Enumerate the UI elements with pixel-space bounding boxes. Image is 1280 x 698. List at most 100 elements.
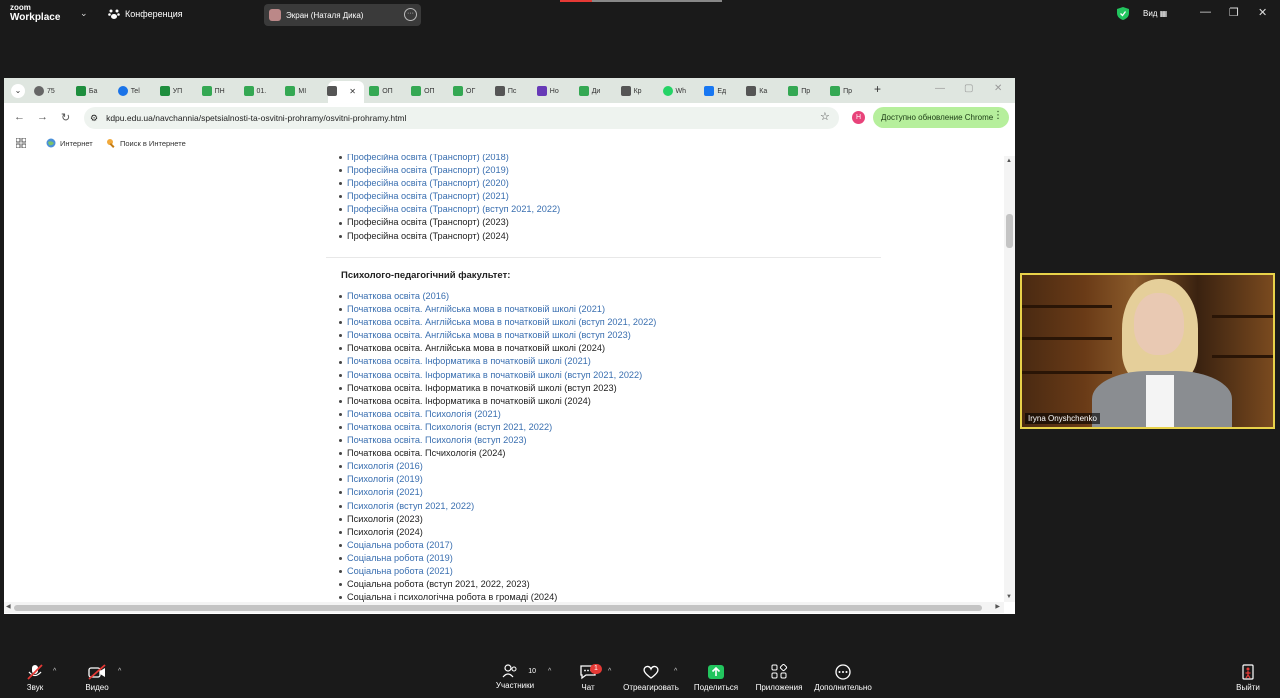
- scroll-left-arrow[interactable]: ◀: [6, 603, 11, 610]
- tab-search-button[interactable]: ⌄: [11, 84, 25, 98]
- leave-icon: [1242, 664, 1254, 680]
- restore-button[interactable]: ❐: [1229, 6, 1239, 19]
- video-button[interactable]: Видео: [83, 664, 111, 692]
- react-options-caret[interactable]: ^: [674, 668, 677, 675]
- program-link[interactable]: Початкова освіта. Англійська мова в поча…: [347, 316, 656, 329]
- kebab-menu-icon[interactable]: ⋮: [993, 110, 1003, 121]
- screen-share-pill[interactable]: Экран (Наталя Дика) ···: [264, 4, 421, 26]
- reload-button[interactable]: ↻: [61, 111, 70, 124]
- browser-tab[interactable]: Ка: [746, 83, 767, 99]
- program-link[interactable]: Початкова освіта. Англійська мова в поча…: [347, 303, 605, 316]
- vertical-scroll-thumb[interactable]: [1006, 214, 1013, 248]
- participants-button[interactable]: 10 Участники: [494, 664, 536, 690]
- program-link[interactable]: Психологія (2019): [347, 473, 423, 486]
- horizontal-scrollbar[interactable]: ◀ ▶: [4, 602, 1004, 613]
- scroll-down-arrow[interactable]: ▼: [1006, 594, 1012, 600]
- horizontal-scroll-thumb[interactable]: [14, 605, 982, 611]
- browser-tab[interactable]: МІ: [285, 83, 306, 99]
- list-item: Соціальна і психологічна робота в громад…: [338, 591, 656, 602]
- video-options-caret[interactable]: ^: [118, 668, 121, 675]
- browser-tab[interactable]: Tel: [117, 83, 140, 99]
- browser-tab[interactable]: Wh: [662, 83, 686, 99]
- browser-tab[interactable]: ✕: [327, 83, 356, 99]
- browser-tab[interactable]: 01.: [243, 83, 266, 99]
- video-off-icon: [88, 664, 106, 680]
- bookmark-search[interactable]: Поиск в Интернете: [106, 138, 186, 148]
- back-button[interactable]: ←: [14, 111, 25, 123]
- program-link[interactable]: Професійна освіта (Транспорт) (2019): [347, 164, 509, 177]
- chat-label: Чат: [581, 683, 595, 692]
- close-tab-icon[interactable]: ✕: [349, 87, 356, 96]
- apps-button[interactable]: Приложения: [753, 664, 805, 692]
- participants-options-caret[interactable]: ^: [548, 668, 551, 675]
- program-link[interactable]: Професійна освіта (Транспорт) (вступ 202…: [347, 203, 560, 216]
- program-link[interactable]: Початкова освіта. Психологія (2021): [347, 408, 501, 421]
- apps-grid-icon[interactable]: [16, 138, 26, 148]
- browser-tab[interactable]: ОП: [369, 83, 393, 99]
- browser-tab[interactable]: Ди: [578, 83, 600, 99]
- more-button[interactable]: Дополнительно: [812, 664, 874, 692]
- bookmark-star-icon[interactable]: ☆: [820, 110, 830, 123]
- vertical-scrollbar[interactable]: ▲ ▼: [1004, 156, 1015, 602]
- audio-button[interactable]: Звук: [22, 664, 48, 692]
- program-link[interactable]: Початкова освіта. Англійська мова в поча…: [347, 329, 631, 342]
- program-link[interactable]: Початкова освіта. Психологія (вступ 2021…: [347, 421, 552, 434]
- browser-tab[interactable]: Ба: [75, 83, 97, 99]
- chrome-update-button[interactable]: Доступно обновление Chrome ⋮: [873, 107, 1009, 128]
- facebook-icon: [704, 86, 715, 96]
- view-button[interactable]: Вид ▦: [1143, 9, 1167, 18]
- browser-close-button[interactable]: ✕: [994, 83, 1002, 94]
- leave-button[interactable]: Выйти: [1233, 664, 1263, 692]
- browser-tab[interactable]: ОГ: [453, 83, 475, 99]
- react-button[interactable]: Отреагировать: [622, 664, 680, 692]
- chat-options-caret[interactable]: ^: [608, 668, 611, 675]
- scroll-right-arrow[interactable]: ▶: [995, 603, 1000, 610]
- meeting-info-button[interactable]: Конференция: [108, 8, 183, 20]
- list-item: Соціальна робота (2017): [338, 539, 656, 552]
- browser-tab[interactable]: УП: [159, 83, 182, 99]
- bookmark-label: Интернет: [60, 138, 93, 148]
- browser-maximize-button[interactable]: ▢: [964, 83, 973, 94]
- address-bar[interactable]: ⚙ kdpu.edu.ua/navchannia/spetsialnosti-t…: [84, 107, 839, 129]
- program-link[interactable]: Соціальна робота (2021): [347, 565, 453, 578]
- program-link[interactable]: Початкова освіта. Інформатика в початков…: [347, 355, 591, 368]
- browser-tab[interactable]: ПН: [201, 83, 225, 99]
- browser-minimize-button[interactable]: —: [935, 83, 945, 94]
- more-options-icon[interactable]: ···: [404, 8, 417, 21]
- close-button[interactable]: ✕: [1258, 6, 1267, 19]
- browser-tab[interactable]: ОП: [411, 83, 435, 99]
- browser-tab[interactable]: Пс: [494, 83, 516, 99]
- program-link[interactable]: Професійна освіта (Транспорт) (2018): [347, 154, 509, 164]
- forms-icon: [536, 86, 547, 96]
- site-info-icon[interactable]: ⚙: [90, 113, 98, 124]
- audio-options-caret[interactable]: ^: [53, 668, 56, 675]
- profile-avatar[interactable]: Н: [852, 111, 865, 124]
- participant-video-tile[interactable]: Iryna Onyshchenko: [1020, 273, 1275, 429]
- browser-tab[interactable]: Пр: [788, 83, 810, 99]
- program-link[interactable]: Психологія (2016): [347, 460, 423, 473]
- program-link[interactable]: Соціальна робота (2017): [347, 539, 453, 552]
- program-link[interactable]: Психологія (вступ 2021, 2022): [347, 500, 474, 513]
- program-link[interactable]: Початкова освіта. Інформатика в початков…: [347, 369, 642, 382]
- chevron-down-icon[interactable]: ⌄: [80, 8, 88, 19]
- browser-tab[interactable]: Ед: [704, 83, 726, 99]
- browser-tab[interactable]: Пр: [830, 83, 852, 99]
- program-link[interactable]: Психологія (2021): [347, 486, 423, 499]
- bookmark-internet[interactable]: Интернет: [46, 138, 93, 148]
- program-link[interactable]: Соціальна робота (2019): [347, 552, 453, 565]
- program-link[interactable]: Професійна освіта (Транспорт) (2021): [347, 190, 509, 203]
- browser-tab[interactable]: Но: [536, 83, 559, 99]
- program-link[interactable]: Початкова освіта (2016): [347, 290, 449, 303]
- forward-button[interactable]: →: [37, 111, 48, 123]
- list-item: Психологія (2021): [338, 486, 656, 499]
- encryption-shield-icon[interactable]: [1117, 7, 1129, 20]
- browser-tab[interactable]: Кр: [620, 83, 642, 99]
- list-item: Професійна освіта (Транспорт) (2020): [338, 177, 560, 190]
- program-link[interactable]: Початкова освіта. Психологія (вступ 2023…: [347, 434, 527, 447]
- new-tab-button[interactable]: +: [874, 82, 881, 96]
- program-link[interactable]: Професійна освіта (Транспорт) (2020): [347, 177, 509, 190]
- scroll-up-arrow[interactable]: ▲: [1006, 158, 1012, 164]
- share-screen-button[interactable]: Поделиться: [693, 664, 739, 692]
- browser-tab[interactable]: 75: [34, 83, 55, 99]
- minimize-button[interactable]: —: [1200, 6, 1211, 18]
